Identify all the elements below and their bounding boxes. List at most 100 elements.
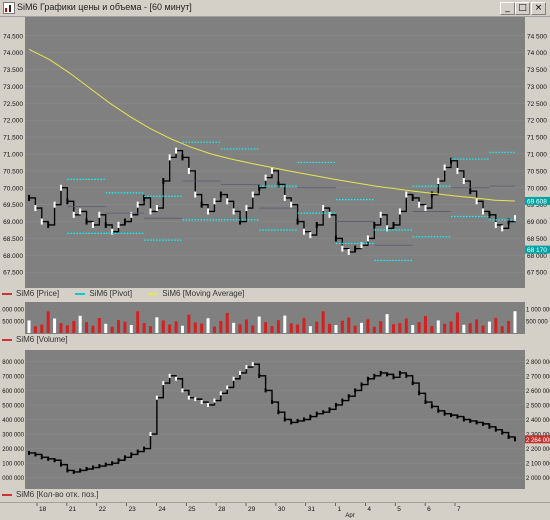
price-axis-label-right: 70 500 bbox=[527, 168, 547, 175]
volume-axis-label: 500 000 bbox=[2, 319, 24, 325]
open-interest-point bbox=[392, 375, 395, 380]
volume-bar bbox=[225, 312, 229, 333]
price-candle bbox=[168, 154, 171, 161]
volume-bar bbox=[129, 325, 133, 333]
price-axis-label-right: 71 500 bbox=[527, 135, 547, 142]
volume-bar bbox=[430, 325, 434, 333]
oi-axis-label: 500 000 bbox=[2, 403, 24, 409]
volume-bar bbox=[257, 316, 261, 333]
open-interest-point bbox=[386, 372, 389, 377]
price-candle bbox=[469, 188, 472, 195]
oi-axis-label: 200 000 bbox=[2, 447, 24, 453]
price-axis-label-right: 67 500 bbox=[527, 270, 547, 277]
open-interest-point bbox=[47, 456, 50, 461]
volume-bar bbox=[404, 318, 408, 333]
volume-bar bbox=[46, 311, 50, 333]
oi-axis-label: 800 000 bbox=[2, 360, 24, 366]
oi-axis-label: 700 000 bbox=[2, 374, 24, 380]
volume-bar bbox=[449, 321, 453, 333]
open-interest-point bbox=[430, 404, 433, 409]
price-candle bbox=[501, 225, 504, 232]
minimize-button[interactable]: _ bbox=[500, 2, 515, 15]
volume-axis-label-right: 1 000 000 bbox=[526, 307, 550, 313]
open-interest-point bbox=[72, 469, 75, 474]
legend-item-moving-average: SiM6 [Moving Average] bbox=[148, 289, 244, 298]
volume-bar bbox=[264, 322, 268, 333]
time-axis-label: 4 bbox=[367, 506, 371, 513]
open-interest-point bbox=[475, 420, 478, 425]
volume-bar bbox=[104, 323, 108, 333]
volume-legend: SiM6 [Volume] bbox=[2, 335, 522, 347]
volume-bar bbox=[187, 314, 191, 333]
price-candle bbox=[194, 191, 197, 198]
price-series-line bbox=[29, 149, 516, 253]
maximize-button[interactable]: □ bbox=[515, 2, 530, 15]
volume-bar bbox=[212, 326, 216, 333]
oi-axis-label: 100 000 bbox=[2, 462, 24, 468]
open-interest-point bbox=[379, 370, 382, 375]
price-candle bbox=[66, 198, 69, 205]
price-candle bbox=[462, 178, 465, 185]
price-candle bbox=[341, 245, 344, 252]
open-interest-point bbox=[123, 455, 126, 460]
volume-bar bbox=[289, 323, 293, 333]
price-candle bbox=[207, 208, 210, 215]
volume-bar bbox=[398, 323, 402, 333]
price-candle bbox=[290, 201, 293, 208]
volume-bar bbox=[180, 325, 184, 333]
price-candle bbox=[366, 235, 369, 242]
price-candle bbox=[405, 191, 408, 198]
price-candle bbox=[437, 178, 440, 185]
open-interest-point bbox=[155, 395, 158, 400]
volume-bar bbox=[500, 326, 504, 333]
open-interest-point bbox=[130, 452, 133, 457]
volume-bar bbox=[283, 315, 287, 333]
open-interest-point bbox=[488, 424, 491, 429]
open-interest-point bbox=[149, 432, 152, 437]
price-candle bbox=[302, 228, 305, 235]
legend-item-volume: SiM6 [Volume] bbox=[2, 335, 68, 344]
open-interest-point bbox=[501, 430, 504, 435]
volume-bar bbox=[379, 321, 383, 333]
price-axis-label: 74.500 bbox=[3, 33, 23, 40]
price-candle bbox=[91, 221, 94, 228]
volume-bar bbox=[206, 318, 210, 333]
open-interest-point bbox=[450, 413, 453, 418]
price-candle bbox=[392, 221, 395, 228]
oi-axis-label-right: 2 700 000 bbox=[526, 374, 550, 380]
volume-bar bbox=[308, 326, 312, 333]
price-axis-label: 72.000 bbox=[3, 118, 23, 125]
legend-item-price: SiM6 [Price] bbox=[2, 289, 59, 298]
price-candle bbox=[200, 201, 203, 208]
close-button[interactable]: × bbox=[531, 2, 546, 15]
price-pane[interactable] bbox=[25, 17, 525, 288]
price-candle bbox=[28, 194, 30, 201]
price-candle bbox=[271, 167, 273, 174]
open-interest-point bbox=[290, 420, 293, 425]
price-candle bbox=[72, 211, 75, 218]
time-axis-month-label: Apr bbox=[345, 513, 354, 518]
volume-bar bbox=[443, 323, 447, 333]
price-axis-label-right: 69 000 bbox=[527, 219, 547, 226]
volume-bar bbox=[168, 324, 172, 333]
price-axis-label: 72.500 bbox=[3, 101, 23, 108]
time-axis-label: 29 bbox=[248, 506, 256, 513]
open-interest-pane[interactable] bbox=[25, 350, 525, 489]
price-candle bbox=[226, 198, 229, 205]
oi-axis-label-right: 2 400 000 bbox=[526, 418, 550, 424]
volume-bar bbox=[161, 320, 165, 333]
volume-pane[interactable] bbox=[25, 302, 525, 334]
open-interest-point bbox=[136, 449, 139, 454]
volume-bar bbox=[494, 318, 498, 333]
open-interest-point bbox=[469, 418, 472, 423]
time-axis-label: 5 bbox=[397, 506, 401, 513]
legend-item-pivot: SiM6 [Pivot] bbox=[75, 289, 132, 298]
price-candle bbox=[494, 221, 497, 228]
volume-bar bbox=[238, 324, 242, 333]
price-candle bbox=[245, 205, 248, 212]
volume-bar bbox=[372, 326, 376, 333]
open-interest-point bbox=[418, 391, 421, 396]
price-axis-label: 74.000 bbox=[3, 50, 23, 57]
price-candle bbox=[418, 201, 421, 208]
price-axis-label: 69.000 bbox=[3, 219, 23, 226]
